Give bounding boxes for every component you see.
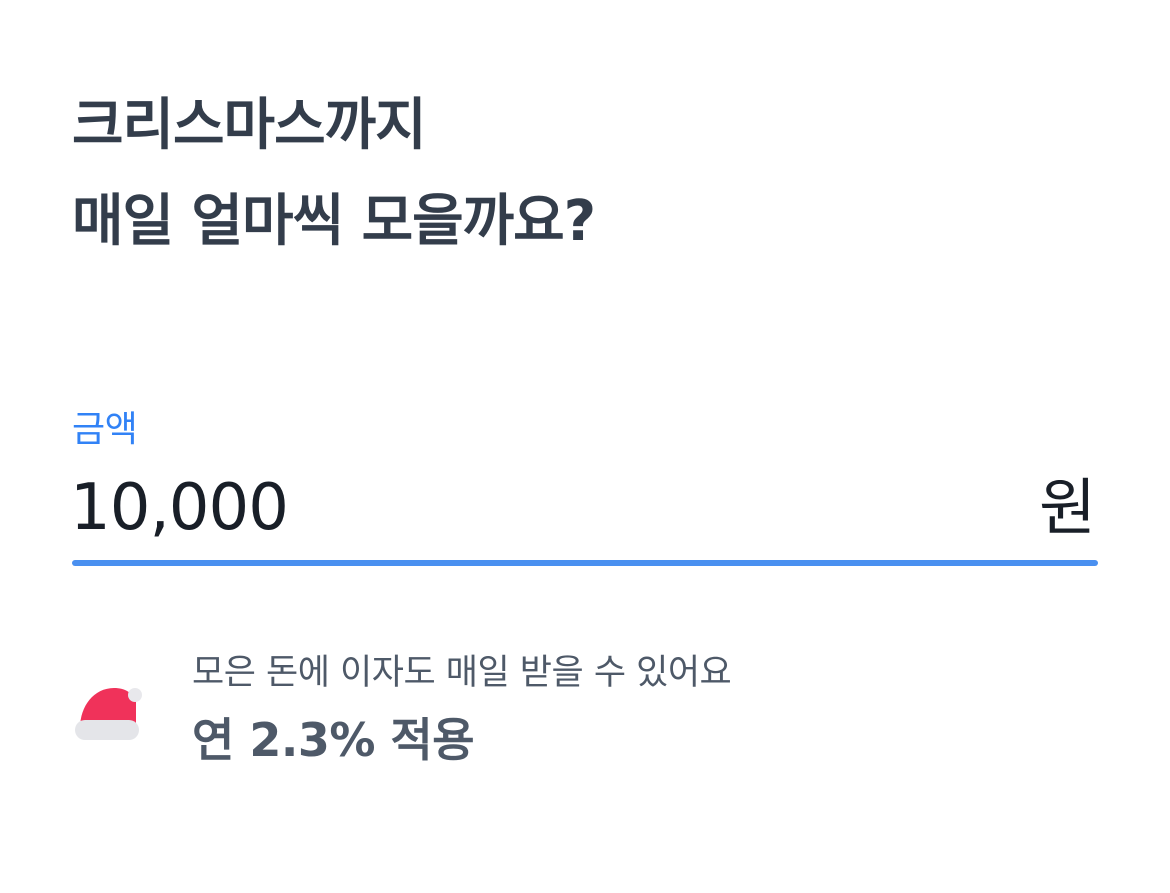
- interest-rate-text: 연 2.3% 적용: [192, 713, 475, 767]
- santa-hat-icon: [75, 688, 142, 740]
- amount-field-label: 금액: [72, 409, 138, 450]
- interest-description: 모은 돈에 이자도 매일 받을 수 있어요: [192, 653, 732, 693]
- currency-unit-label: 원: [1038, 471, 1096, 544]
- amount-input[interactable]: [70, 468, 970, 548]
- amount-input-underline: [72, 560, 1098, 566]
- page-title-line-2: 매일 얼마씩 모을까요?: [72, 189, 596, 254]
- page-title-line-1: 크리스마스까지: [72, 93, 427, 158]
- page-title: 크리스마스까지 매일 얼마씩 모을까요?: [72, 78, 596, 270]
